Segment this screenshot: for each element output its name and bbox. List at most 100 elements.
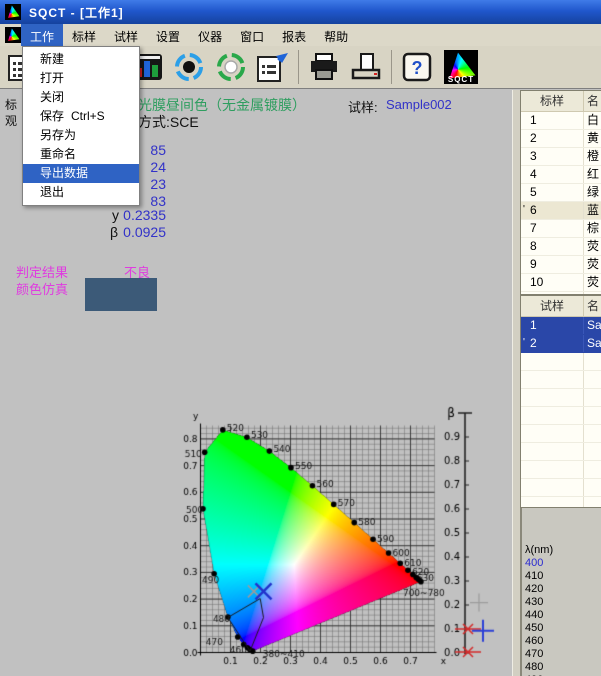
table-row-empty[interactable] (521, 407, 601, 425)
measure-standard-button[interactable] (212, 48, 250, 86)
table-row[interactable]: 10荧 (521, 274, 601, 292)
sample-label: 试样: (348, 97, 378, 116)
print-button[interactable] (305, 48, 343, 86)
menu-item[interactable]: 导出数据 (23, 164, 139, 183)
wavelength-row[interactable]: 440 (522, 609, 601, 622)
menu-item[interactable]: 另存为 (23, 126, 139, 145)
standard-table-panel: 标样 名 1白2黄3橙4红5绿'6蓝7棕8荧9荧10荧11 (520, 90, 601, 295)
row-name: 绿 (583, 184, 601, 201)
row-number: 9 (530, 256, 583, 273)
row-name: 蓝 (583, 202, 601, 219)
row-name: Sample002 (583, 335, 601, 352)
table-row[interactable]: 4红 (521, 166, 601, 184)
row-number: 8 (530, 238, 583, 255)
sample-header-name: 名 (583, 296, 601, 316)
row-number: 6 (530, 202, 583, 219)
row-name: 荧 (583, 274, 601, 291)
menu-item[interactable]: 退出 (23, 183, 139, 202)
wavelength-row[interactable]: 460 (522, 635, 601, 648)
table-row[interactable]: 1白 (521, 112, 601, 130)
wavelength-row[interactable]: 400 (522, 557, 601, 570)
menubar-item[interactable]: 帮助 (315, 24, 357, 46)
row-number (530, 389, 583, 406)
color-simulation-swatch (85, 278, 157, 311)
row-marker (521, 317, 530, 334)
menubar-item[interactable]: 仪器 (189, 24, 231, 46)
row-marker (521, 112, 530, 129)
table-row[interactable]: 5绿 (521, 184, 601, 202)
row-name (583, 389, 601, 406)
table-row[interactable]: 2黄 (521, 130, 601, 148)
toolbar-separator (391, 50, 392, 84)
menubar-item[interactable]: 试样 (105, 24, 147, 46)
row-marker (521, 184, 530, 201)
row-marker (521, 256, 530, 273)
table-row[interactable]: 8荧 (521, 238, 601, 256)
row-number: 10 (530, 274, 583, 291)
cie-chromaticity-chart (183, 405, 453, 675)
wavelength-row[interactable]: 420 (522, 583, 601, 596)
menu-item-label: 退出 (40, 183, 64, 202)
document-logo-icon[interactable] (5, 27, 21, 43)
menu-item[interactable]: 重命名 (23, 145, 139, 164)
wavelength-row[interactable]: 410 (522, 570, 601, 583)
measure-mode-text: 方式:SCE (138, 112, 199, 132)
toolbar-separator (298, 50, 299, 84)
wavelength-row[interactable]: 480 (522, 661, 601, 674)
title-bar[interactable]: SQCT - [工作1] (0, 0, 601, 24)
row-name: 黄 (583, 130, 601, 147)
menu-item[interactable]: 打开 (23, 69, 139, 88)
row-marker (521, 220, 530, 237)
menubar-item[interactable]: 工作 (21, 24, 63, 46)
row-number: 1 (530, 112, 583, 129)
row-marker (521, 479, 530, 496)
table-row-empty[interactable] (521, 371, 601, 389)
table-row[interactable]: 7棕 (521, 220, 601, 238)
table-row[interactable]: 9荧 (521, 256, 601, 274)
table-row[interactable]: '6蓝 (521, 202, 601, 220)
menu-item[interactable]: 保存Ctrl+S (23, 107, 139, 126)
help-button[interactable]: ? (398, 48, 436, 86)
row-name (583, 443, 601, 460)
row-name (583, 353, 601, 370)
menubar-item[interactable]: 报表 (273, 24, 315, 46)
table-row[interactable]: 3橙 (521, 148, 601, 166)
svg-text:?: ? (412, 58, 423, 78)
sqct-application-window: { "window": { "title": "SQCT - [工作1]" },… (0, 0, 601, 676)
row-marker (521, 497, 530, 508)
help-icon: ? (401, 51, 433, 83)
row-number: 7 (530, 220, 583, 237)
table-row[interactable]: '2Sample002 (521, 335, 601, 353)
table-row-empty[interactable] (521, 353, 601, 371)
row-marker (521, 443, 530, 460)
measure-sample-button[interactable] (170, 48, 208, 86)
menubar-item[interactable]: 窗口 (231, 24, 273, 46)
table-row-empty[interactable] (521, 389, 601, 407)
wavelength-row[interactable]: 450 (522, 622, 601, 635)
table-row-empty[interactable] (521, 425, 601, 443)
export-report-button[interactable] (254, 48, 292, 86)
wavelength-row[interactable]: 430 (522, 596, 601, 609)
wavelength-row[interactable]: 470 (522, 648, 601, 661)
menubar-item[interactable]: 设置 (147, 24, 189, 46)
row-marker (521, 166, 530, 183)
table-row-empty[interactable] (521, 479, 601, 497)
row-marker (521, 274, 530, 291)
row-number (530, 407, 583, 424)
row-marker (521, 130, 530, 147)
menu-item-label: 保存 (40, 107, 64, 126)
print-preview-button[interactable] (347, 48, 385, 86)
row-number: 2 (530, 335, 583, 352)
table-row-empty[interactable] (521, 443, 601, 461)
menubar-item[interactable]: 标样 (63, 24, 105, 46)
table-row-empty[interactable] (521, 461, 601, 479)
menu-item[interactable]: 新建 (23, 50, 139, 69)
table-row-empty[interactable] (521, 497, 601, 508)
table-row[interactable]: 1Sample001 (521, 317, 601, 335)
standard-header-name: 名 (583, 91, 601, 111)
row-marker (521, 425, 530, 442)
row-number (530, 479, 583, 496)
menu-item[interactable]: 关闭 (23, 88, 139, 107)
sample-table-rows: 1Sample001'2Sample002 (521, 317, 601, 508)
sqct-logo-button[interactable]: SQCT (442, 48, 480, 86)
